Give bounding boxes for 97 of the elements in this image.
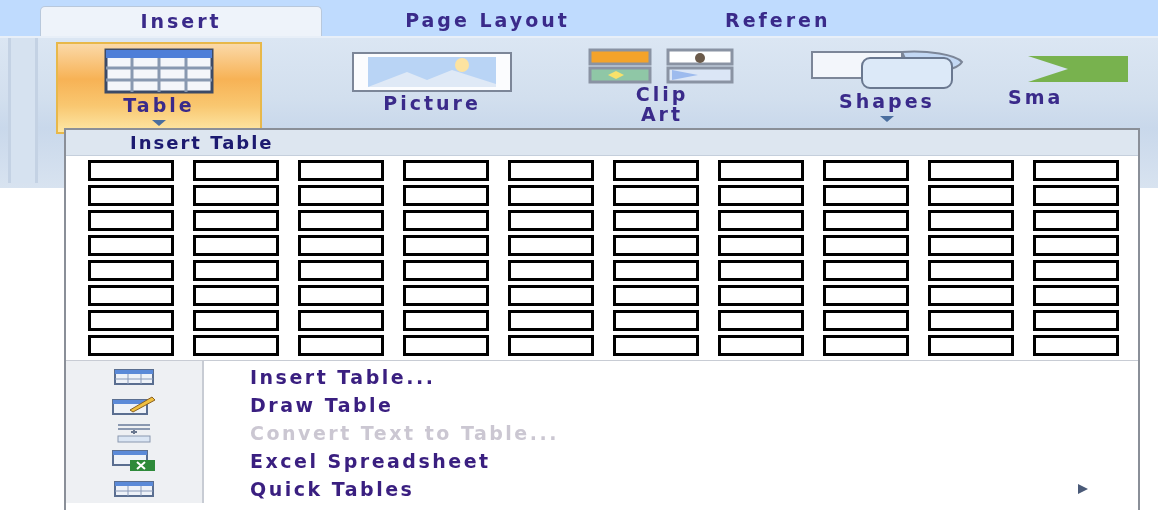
grid-cell[interactable] bbox=[928, 310, 1014, 331]
grid-cell[interactable] bbox=[88, 310, 174, 331]
grid-cell[interactable] bbox=[88, 185, 174, 206]
grid-cell[interactable] bbox=[718, 260, 804, 281]
table-icon bbox=[114, 369, 154, 385]
grid-cell[interactable] bbox=[1033, 160, 1119, 181]
table-pencil-icon bbox=[112, 395, 156, 415]
grid-cell[interactable] bbox=[298, 185, 384, 206]
grid-cell[interactable] bbox=[1033, 285, 1119, 306]
grid-cell[interactable] bbox=[613, 210, 699, 231]
grid-cell[interactable] bbox=[928, 160, 1014, 181]
grid-cell[interactable] bbox=[823, 185, 909, 206]
grid-cell[interactable] bbox=[88, 210, 174, 231]
grid-cell[interactable] bbox=[403, 310, 489, 331]
grid-cell[interactable] bbox=[928, 335, 1014, 356]
grid-cell[interactable] bbox=[928, 185, 1014, 206]
grid-cell[interactable] bbox=[613, 260, 699, 281]
grid-cell[interactable] bbox=[193, 235, 279, 256]
grid-cell[interactable] bbox=[508, 210, 594, 231]
grid-cell[interactable] bbox=[88, 260, 174, 281]
grid-cell[interactable] bbox=[718, 285, 804, 306]
grid-cell[interactable] bbox=[508, 260, 594, 281]
grid-cell[interactable] bbox=[508, 335, 594, 356]
grid-cell[interactable] bbox=[508, 235, 594, 256]
grid-cell[interactable] bbox=[613, 185, 699, 206]
grid-cell[interactable] bbox=[508, 160, 594, 181]
ribbon-tab[interactable]: Referen bbox=[725, 6, 831, 36]
grid-cell[interactable] bbox=[1033, 310, 1119, 331]
grid-cell[interactable] bbox=[613, 335, 699, 356]
grid-cell[interactable] bbox=[928, 235, 1014, 256]
grid-cell[interactable] bbox=[823, 160, 909, 181]
grid-cell[interactable] bbox=[298, 160, 384, 181]
grid-cell[interactable] bbox=[613, 285, 699, 306]
grid-cell[interactable] bbox=[403, 285, 489, 306]
grid-cell[interactable] bbox=[88, 160, 174, 181]
grid-cell[interactable] bbox=[613, 160, 699, 181]
grid-cell[interactable] bbox=[508, 185, 594, 206]
grid-cell[interactable] bbox=[928, 210, 1014, 231]
grid-cell[interactable] bbox=[823, 235, 909, 256]
grid-cell[interactable] bbox=[298, 260, 384, 281]
convert-text-icon bbox=[114, 423, 154, 443]
grid-cell[interactable] bbox=[193, 210, 279, 231]
grid-cell[interactable] bbox=[823, 285, 909, 306]
grid-cell[interactable] bbox=[298, 310, 384, 331]
grid-cell[interactable] bbox=[403, 210, 489, 231]
menu-header: Insert Table bbox=[66, 130, 1138, 156]
grid-cell[interactable] bbox=[508, 285, 594, 306]
grid-cell[interactable] bbox=[193, 285, 279, 306]
grid-cell[interactable] bbox=[613, 235, 699, 256]
clip-art-icon bbox=[588, 48, 736, 84]
grid-cell[interactable] bbox=[823, 210, 909, 231]
grid-cell[interactable] bbox=[298, 235, 384, 256]
grid-cell[interactable] bbox=[823, 310, 909, 331]
grid-cell[interactable] bbox=[403, 335, 489, 356]
menu-item[interactable]: Excel Spreadsheet bbox=[250, 449, 491, 473]
grid-cell[interactable] bbox=[403, 160, 489, 181]
grid-cell[interactable] bbox=[193, 185, 279, 206]
grid-cell[interactable] bbox=[1033, 335, 1119, 356]
ribbon-tab[interactable]: Insert bbox=[40, 6, 322, 36]
menu-item[interactable]: Insert Table... bbox=[250, 365, 436, 389]
table-icon bbox=[104, 48, 214, 94]
grid-cell[interactable] bbox=[1033, 260, 1119, 281]
grid-cell[interactable] bbox=[928, 260, 1014, 281]
grid-cell[interactable] bbox=[823, 335, 909, 356]
grid-cell[interactable] bbox=[403, 185, 489, 206]
grid-cell[interactable] bbox=[718, 185, 804, 206]
grid-cell[interactable] bbox=[298, 210, 384, 231]
grid-cell[interactable] bbox=[1033, 210, 1119, 231]
grid-cell[interactable] bbox=[928, 285, 1014, 306]
grid-cell[interactable] bbox=[193, 310, 279, 331]
ribbon-button[interactable]: Table bbox=[56, 42, 262, 134]
menu-item[interactable]: Draw Table bbox=[250, 393, 394, 417]
grid-cell[interactable] bbox=[718, 160, 804, 181]
grid-cell[interactable] bbox=[508, 310, 594, 331]
menu-item[interactable]: Quick Tables bbox=[250, 477, 415, 501]
grid-cell[interactable] bbox=[88, 335, 174, 356]
grid-cell[interactable] bbox=[1033, 235, 1119, 256]
grid-cell[interactable] bbox=[298, 335, 384, 356]
grid-cell[interactable] bbox=[403, 260, 489, 281]
grid-cell[interactable] bbox=[718, 235, 804, 256]
picture-icon bbox=[352, 52, 512, 92]
ribbon-tab[interactable]: Page Layout bbox=[350, 6, 625, 36]
grid-cell[interactable] bbox=[718, 335, 804, 356]
table-icon bbox=[114, 481, 154, 497]
grid-cell[interactable] bbox=[718, 210, 804, 231]
grid-cell[interactable] bbox=[298, 285, 384, 306]
grid-cell[interactable] bbox=[718, 310, 804, 331]
grid-cell[interactable] bbox=[193, 260, 279, 281]
grid-cell[interactable] bbox=[193, 335, 279, 356]
grid-cell[interactable] bbox=[1033, 185, 1119, 206]
grid-cell[interactable] bbox=[88, 235, 174, 256]
grid-cell[interactable] bbox=[823, 260, 909, 281]
grid-cell[interactable] bbox=[403, 235, 489, 256]
grid-cell[interactable] bbox=[193, 160, 279, 181]
grid-cell[interactable] bbox=[88, 285, 174, 306]
grid-cell[interactable] bbox=[613, 310, 699, 331]
spreadsheet-icon bbox=[112, 450, 156, 472]
